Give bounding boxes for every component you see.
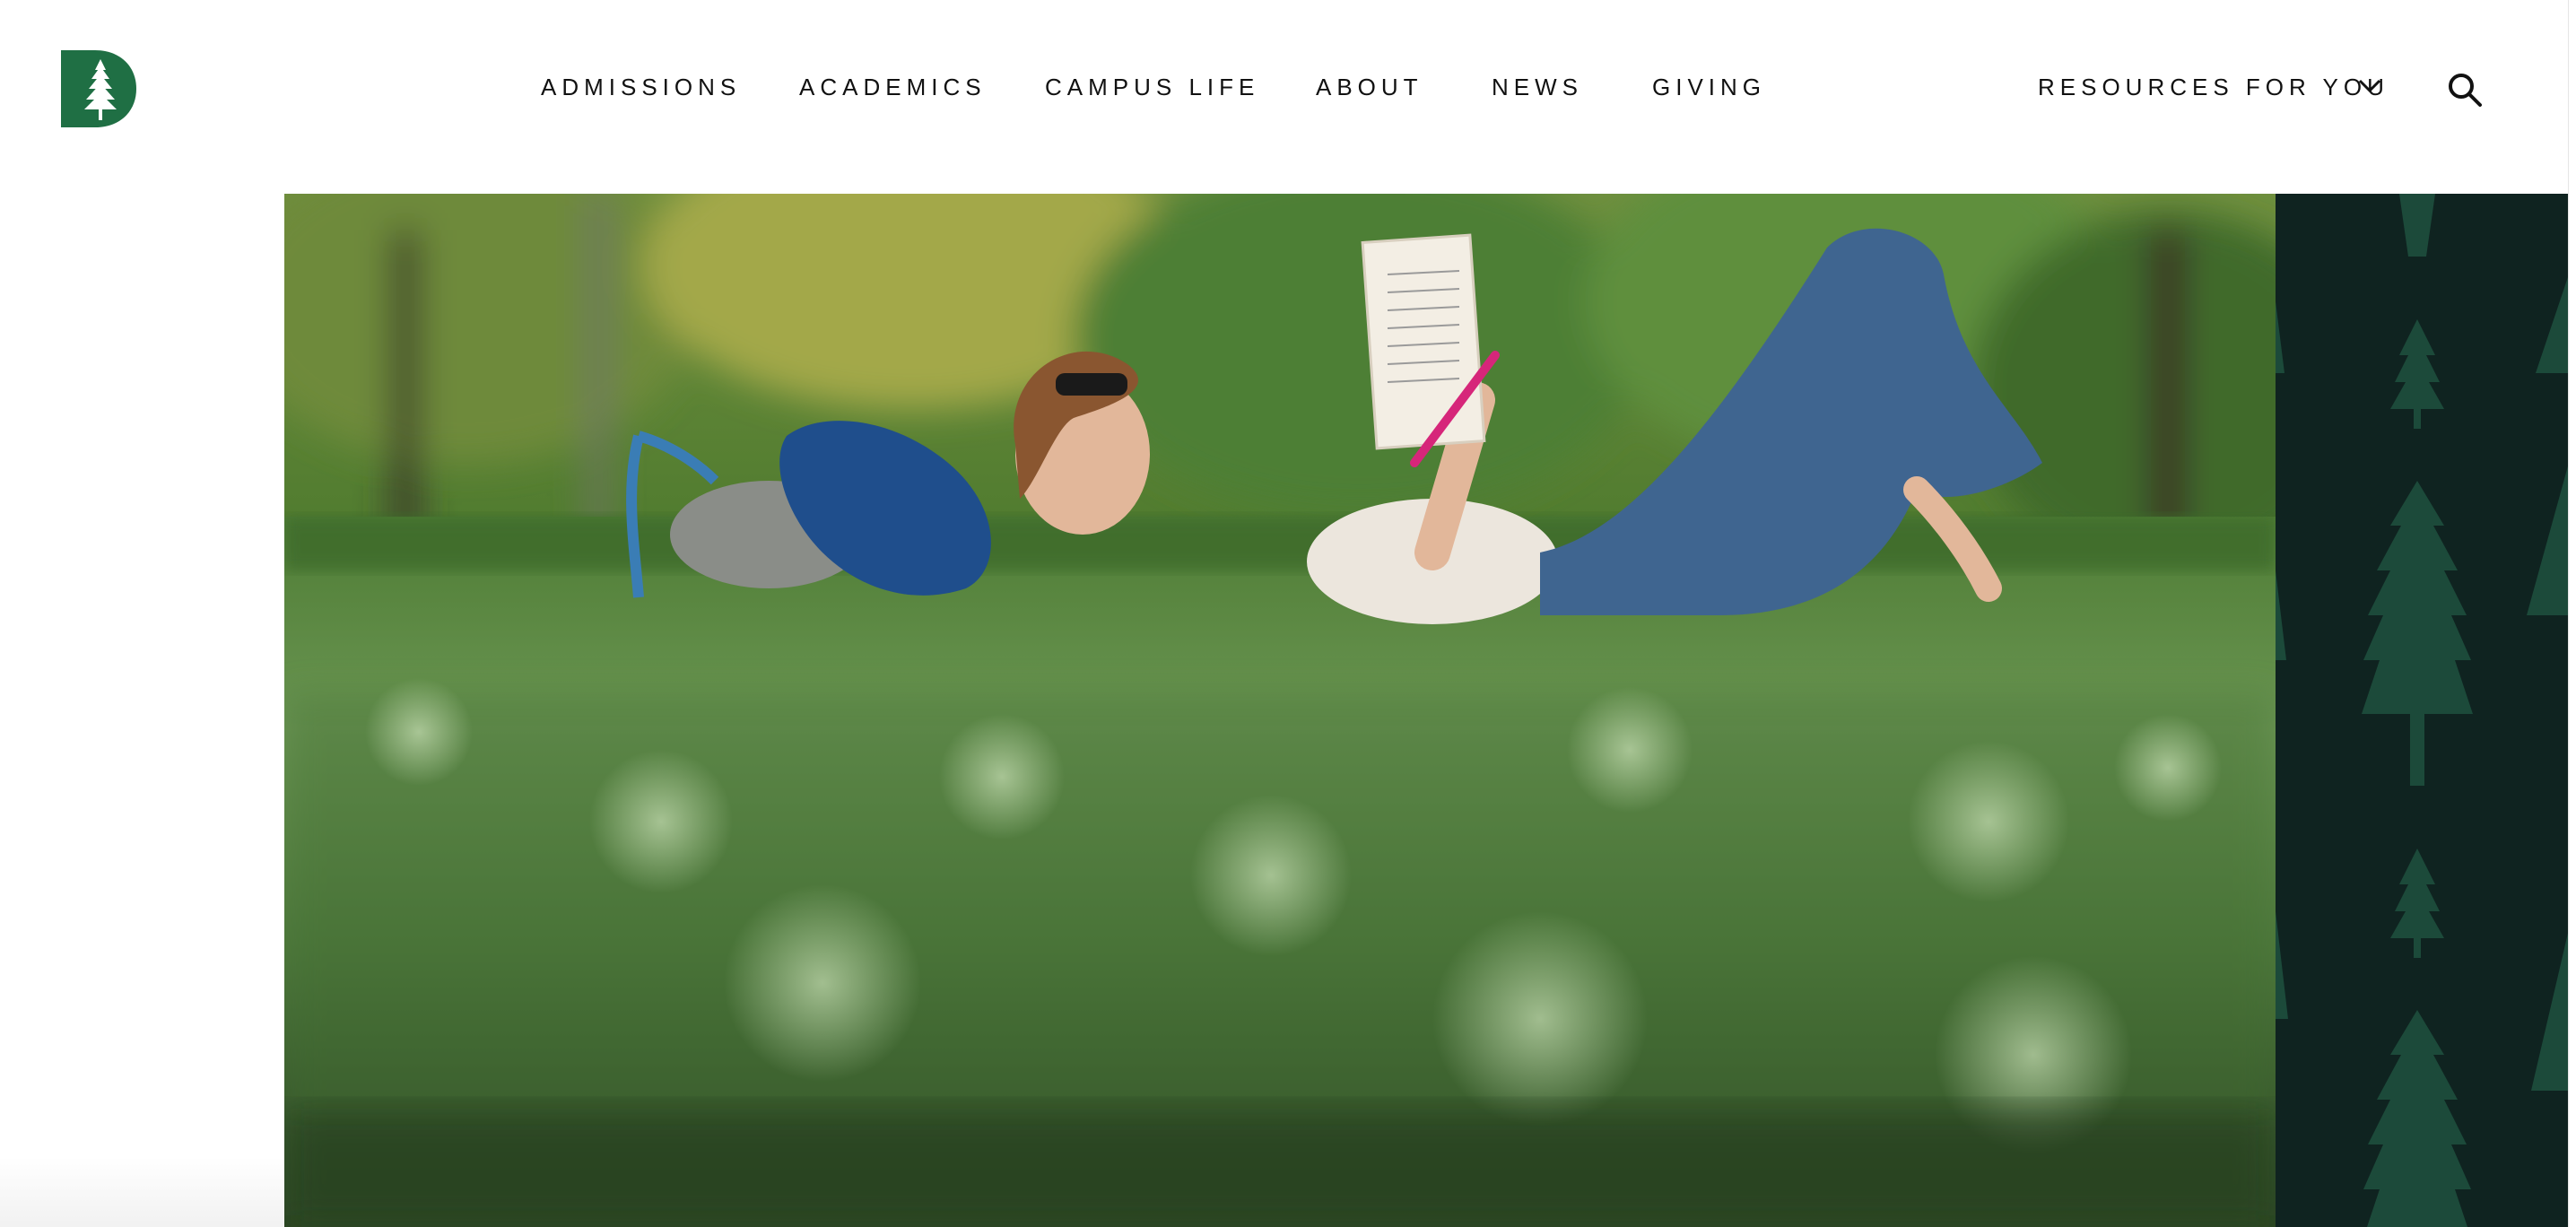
student-reading-illustration [284,194,2276,1227]
window-scrollbar[interactable] [2568,0,2576,1227]
pine-tree-icon [2276,194,2569,1227]
chevron-down-icon[interactable] [2357,77,2382,95]
hero-image [284,194,2276,1227]
left-bottom-fade [0,1157,284,1227]
resources-for-you-menu[interactable]: RESOURCES FOR YOU [2038,74,2389,101]
nav-giving[interactable]: GIVING [1652,74,1766,101]
nav-campus-life[interactable]: CAMPUS LIFE [1045,74,1259,101]
site-header: ADMISSIONS ACADEMICS CAMPUS LIFE ABOUT N… [0,0,2569,194]
nav-admissions[interactable]: ADMISSIONS [541,74,741,101]
nav-academics[interactable]: ACADEMICS [799,74,987,101]
decorative-pine-panel [2276,194,2569,1227]
search-icon[interactable] [2447,72,2483,108]
nav-about[interactable]: ABOUT [1316,74,1423,101]
nav-news[interactable]: NEWS [1492,74,1583,101]
